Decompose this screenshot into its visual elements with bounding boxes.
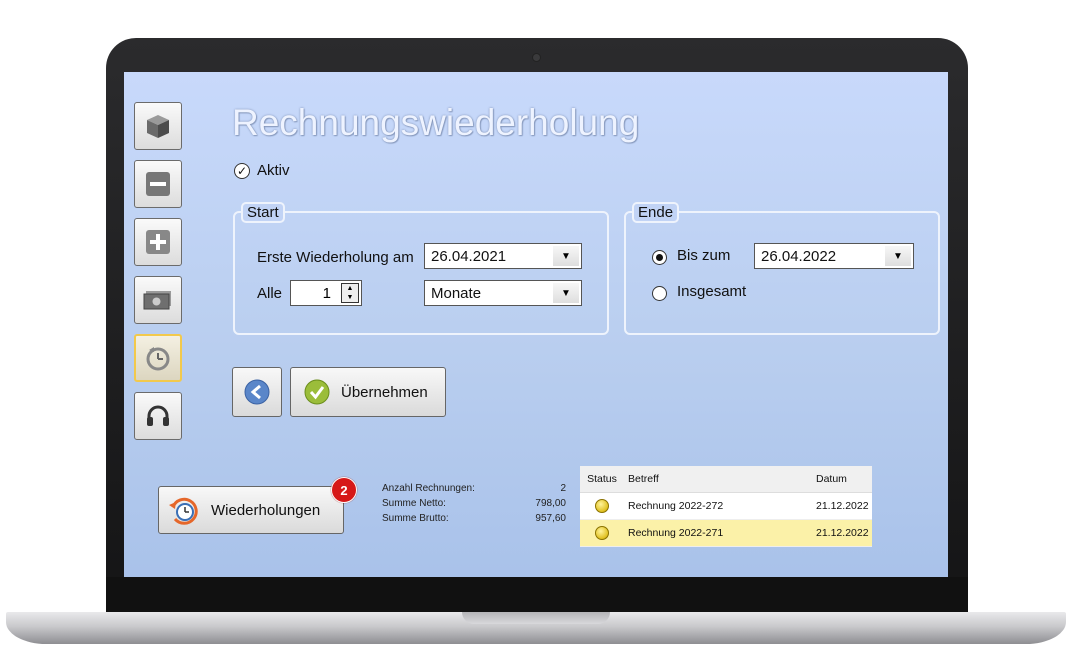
row-betreff: Rechnung 2022-272 <box>628 500 724 512</box>
grid-header: Status Betreff Datum <box>580 466 872 493</box>
first-date-value: 26.04.2021 <box>431 248 507 265</box>
stats-value: 798,00 <box>535 498 566 509</box>
bis-zum-label: Bis zum <box>677 247 731 264</box>
laptop-bezel <box>106 577 968 617</box>
headset-icon <box>147 405 169 426</box>
page-title: Rechnungswiederholung <box>232 102 640 143</box>
wiederholungen-button[interactable]: Wiederholungen <box>158 486 344 534</box>
aktiv-label: Aktiv <box>257 162 290 179</box>
row-datum: 21.12.2022 <box>816 500 869 512</box>
minus-icon <box>146 172 170 196</box>
end-date-value: 26.04.2022 <box>761 248 837 265</box>
every-label: Alle <box>257 285 283 302</box>
ende-legend: Ende <box>632 202 680 223</box>
insgesamt-label: Insgesamt <box>677 283 747 300</box>
aktiv-checkbox[interactable]: ✓ Aktiv <box>234 162 290 179</box>
row-datum: 21.12.2022 <box>816 527 869 539</box>
box-icon <box>147 115 169 138</box>
sidebar-repeat-button[interactable] <box>134 334 182 382</box>
money-icon <box>143 291 171 310</box>
wiederholungen-label: Wiederholungen <box>211 501 321 519</box>
camera <box>533 54 540 61</box>
repeat-clock-icon <box>146 347 170 371</box>
bis-zum-radio[interactable] <box>652 250 667 265</box>
stats-value: 2 <box>560 483 566 494</box>
status-indicator-icon <box>595 526 609 540</box>
table-row[interactable]: Rechnung 2022-271 21.12.2022 <box>580 520 872 547</box>
plus-icon <box>146 230 170 254</box>
status-indicator-icon <box>595 499 609 513</box>
count-badge: 2 <box>331 477 357 503</box>
column-header-betreff[interactable]: Betreff <box>624 473 816 485</box>
stats-label: Summe Brutto: <box>382 513 449 524</box>
sidebar-support-button[interactable] <box>134 392 182 440</box>
sidebar-money-button[interactable] <box>134 276 182 324</box>
laptop-notch <box>462 612 610 624</box>
stats-label: Summe Netto: <box>382 498 446 509</box>
apply-button[interactable]: Übernehmen <box>290 367 446 417</box>
stats-value: 957,60 <box>535 513 566 524</box>
sidebar-remove-button[interactable] <box>134 160 182 208</box>
start-group: Start <box>233 202 609 335</box>
start-legend: Start <box>241 202 285 223</box>
first-repeat-label: Erste Wiederholung am <box>257 249 414 266</box>
chevron-down-icon[interactable]: ▼ <box>553 283 579 303</box>
invoice-grid: Status Betreff Datum Rechnung 2022-272 2… <box>580 466 872 547</box>
insgesamt-radio[interactable] <box>652 286 667 301</box>
column-header-status[interactable]: Status <box>580 473 624 485</box>
repeat-clock-icon <box>169 497 198 525</box>
interval-stepper[interactable]: 1 ▲ ▼ <box>290 280 362 306</box>
stats-values: 2 798,00 957,60 <box>520 483 566 528</box>
first-date-combo[interactable]: 26.04.2021 ▼ <box>424 243 582 269</box>
app-window: Rechnungswiederholung ✓ Aktiv Start Erst… <box>124 72 948 577</box>
sidebar-box-button[interactable] <box>134 102 182 150</box>
ende-group: Ende <box>624 202 940 335</box>
row-betreff: Rechnung 2022-271 <box>628 527 724 539</box>
stats-labels: Anzahl Rechnungen: Summe Netto: Summe Br… <box>382 483 475 528</box>
unit-combo[interactable]: Monate ▼ <box>424 280 582 306</box>
stepper-arrows-icon[interactable]: ▲ ▼ <box>341 283 359 303</box>
back-button[interactable] <box>232 367 282 417</box>
checkmark-icon <box>304 379 330 405</box>
table-row[interactable]: Rechnung 2022-272 21.12.2022 <box>580 493 872 520</box>
arrow-left-icon <box>244 379 270 405</box>
apply-label: Übernehmen <box>341 383 428 401</box>
sidebar-add-button[interactable] <box>134 218 182 266</box>
check-icon: ✓ <box>234 162 250 179</box>
column-header-datum[interactable]: Datum <box>816 473 872 485</box>
chevron-down-icon[interactable]: ▼ <box>553 246 579 266</box>
interval-value: 1 <box>322 285 331 302</box>
chevron-down-icon[interactable]: ▼ <box>885 246 911 266</box>
end-date-combo[interactable]: 26.04.2022 ▼ <box>754 243 914 269</box>
stats-label: Anzahl Rechnungen: <box>382 483 475 494</box>
unit-value: Monate <box>431 285 482 302</box>
